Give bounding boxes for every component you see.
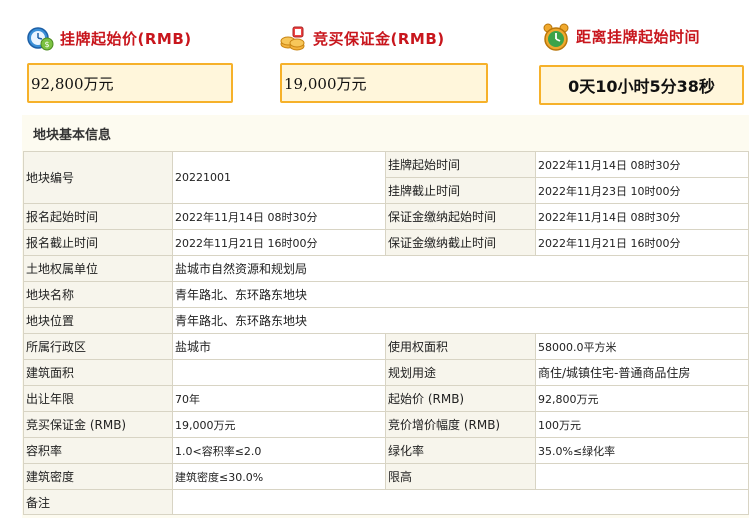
deposit-header: 竞买保证金(RMB) — [279, 24, 445, 52]
list-start-value: 2022年11月14日 08时30分 — [535, 151, 749, 178]
far-label: 容积率 — [23, 437, 173, 464]
density-label: 建筑密度 — [23, 463, 173, 490]
table-row: 备注 — [23, 489, 749, 515]
reg-start-value: 2022年11月14日 08时30分 — [172, 203, 386, 230]
term-value: 70年 — [172, 385, 386, 412]
table-row: 土地权属单位 盐城市自然资源和规划局 — [23, 255, 749, 282]
far-value: 1.0<容积率≤2.0 — [172, 437, 386, 464]
plot-name-value: 青年路北、东环路东地块 — [172, 281, 749, 308]
owner-value: 盐城市自然资源和规划局 — [172, 255, 749, 282]
money-clock-icon: $ — [26, 24, 54, 52]
green-value: 35.0%≤绿化率 — [535, 437, 749, 464]
deposit-label: 竞买保证金(RMB) — [313, 29, 445, 48]
deposit-row-value: 19,000万元 — [172, 411, 386, 438]
table-row: 容积率 1.0<容积率≤2.0 绿化率 35.0%≤绿化率 — [23, 437, 749, 464]
reg-end-value: 2022年11月21日 16时00分 — [172, 229, 386, 256]
increment-label: 竞价增价幅度 (RMB) — [385, 411, 536, 438]
deposit-row-label: 竞买保证金 (RMB) — [23, 411, 173, 438]
plot-name-label: 地块名称 — [23, 281, 173, 308]
table-row: 出让年限 70年 起始价 (RMB) 92,800万元 — [23, 385, 749, 412]
build-area-value — [172, 359, 386, 386]
start-price-value: 92,800万元 — [31, 74, 114, 93]
table-row: 建筑面积 规划用途 商住/城镇住宅-普通商品住房 — [23, 359, 749, 386]
remark-label: 备注 — [23, 489, 173, 515]
start-price-label: 挂牌起始价(RMB) — [60, 29, 192, 48]
plot-info-table: 地块编号 20221001 挂牌起始时间 2022年11月14日 08时30分 … — [23, 151, 749, 515]
countdown-header: 距离挂牌起始时间 — [542, 22, 701, 51]
use-area-label: 使用权面积 — [385, 333, 536, 360]
plot-location-label: 地块位置 — [23, 307, 173, 334]
section-title: 地块基本信息 — [33, 128, 112, 143]
table-row: 所属行政区 盐城市 使用权面积 58000.0平方米 — [23, 333, 749, 360]
start-price-header: $ 挂牌起始价(RMB) — [26, 24, 192, 52]
reg-end-label: 报名截止时间 — [23, 229, 173, 256]
list-end-label: 挂牌截止时间 — [385, 177, 536, 204]
reg-start-label: 报名起始时间 — [23, 203, 173, 230]
plot-location-value: 青年路北、东环路东地块 — [172, 307, 749, 334]
plot-no-value: 20221001 — [172, 151, 386, 204]
alarm-clock-icon — [542, 22, 570, 51]
table-row: 建筑密度 建筑密度≤30.0% 限高 — [23, 463, 749, 490]
plot-no-label: 地块编号 — [23, 151, 173, 204]
svg-text:$: $ — [44, 40, 49, 49]
table-row: 竞买保证金 (RMB) 19,000万元 竞价增价幅度 (RMB) 100万元 — [23, 411, 749, 438]
table-row: 地块位置 青年路北、东环路东地块 — [23, 307, 749, 334]
start-price-row-label: 起始价 (RMB) — [385, 385, 536, 412]
list-end-value: 2022年11月23日 10时00分 — [535, 177, 749, 204]
usage-value: 商住/城镇住宅-普通商品住房 — [535, 359, 749, 386]
start-price-value-box: 92,800万元 — [27, 63, 233, 103]
height-limit-label: 限高 — [385, 463, 536, 490]
table-row: 地块编号 20221001 挂牌起始时间 2022年11月14日 08时30分 — [23, 151, 749, 204]
coins-icon — [279, 24, 307, 52]
countdown-label: 距离挂牌起始时间 — [576, 27, 701, 46]
usage-label: 规划用途 — [385, 359, 536, 386]
list-start-label: 挂牌起始时间 — [385, 151, 536, 178]
district-label: 所属行政区 — [23, 333, 173, 360]
deposit-start-value: 2022年11月14日 08时30分 — [535, 203, 749, 230]
start-price-row-value: 92,800万元 — [535, 385, 749, 412]
table-row: 地块名称 青年路北、东环路东地块 — [23, 281, 749, 308]
deposit-end-value: 2022年11月21日 16时00分 — [535, 229, 749, 256]
deposit-value: 19,000万元 — [284, 74, 367, 93]
deposit-start-label: 保证金缴纳起始时间 — [385, 203, 536, 230]
district-value: 盐城市 — [172, 333, 386, 360]
deposit-end-label: 保证金缴纳截止时间 — [385, 229, 536, 256]
countdown-value-box: 0天10小时5分38秒 — [539, 65, 744, 105]
green-label: 绿化率 — [385, 437, 536, 464]
table-row: 报名截止时间 2022年11月21日 16时00分 保证金缴纳截止时间 2022… — [23, 229, 749, 256]
height-limit-value — [535, 463, 749, 490]
build-area-label: 建筑面积 — [23, 359, 173, 386]
increment-value: 100万元 — [535, 411, 749, 438]
density-value: 建筑密度≤30.0% — [172, 463, 386, 490]
table-row: 报名起始时间 2022年11月14日 08时30分 保证金缴纳起始时间 2022… — [23, 203, 749, 230]
countdown-value: 0天10小时5分38秒 — [568, 77, 715, 96]
term-label: 出让年限 — [23, 385, 173, 412]
owner-label: 土地权属单位 — [23, 255, 173, 282]
deposit-value-box: 19,000万元 — [280, 63, 488, 103]
use-area-value: 58000.0平方米 — [535, 333, 749, 360]
remark-value — [172, 489, 749, 515]
